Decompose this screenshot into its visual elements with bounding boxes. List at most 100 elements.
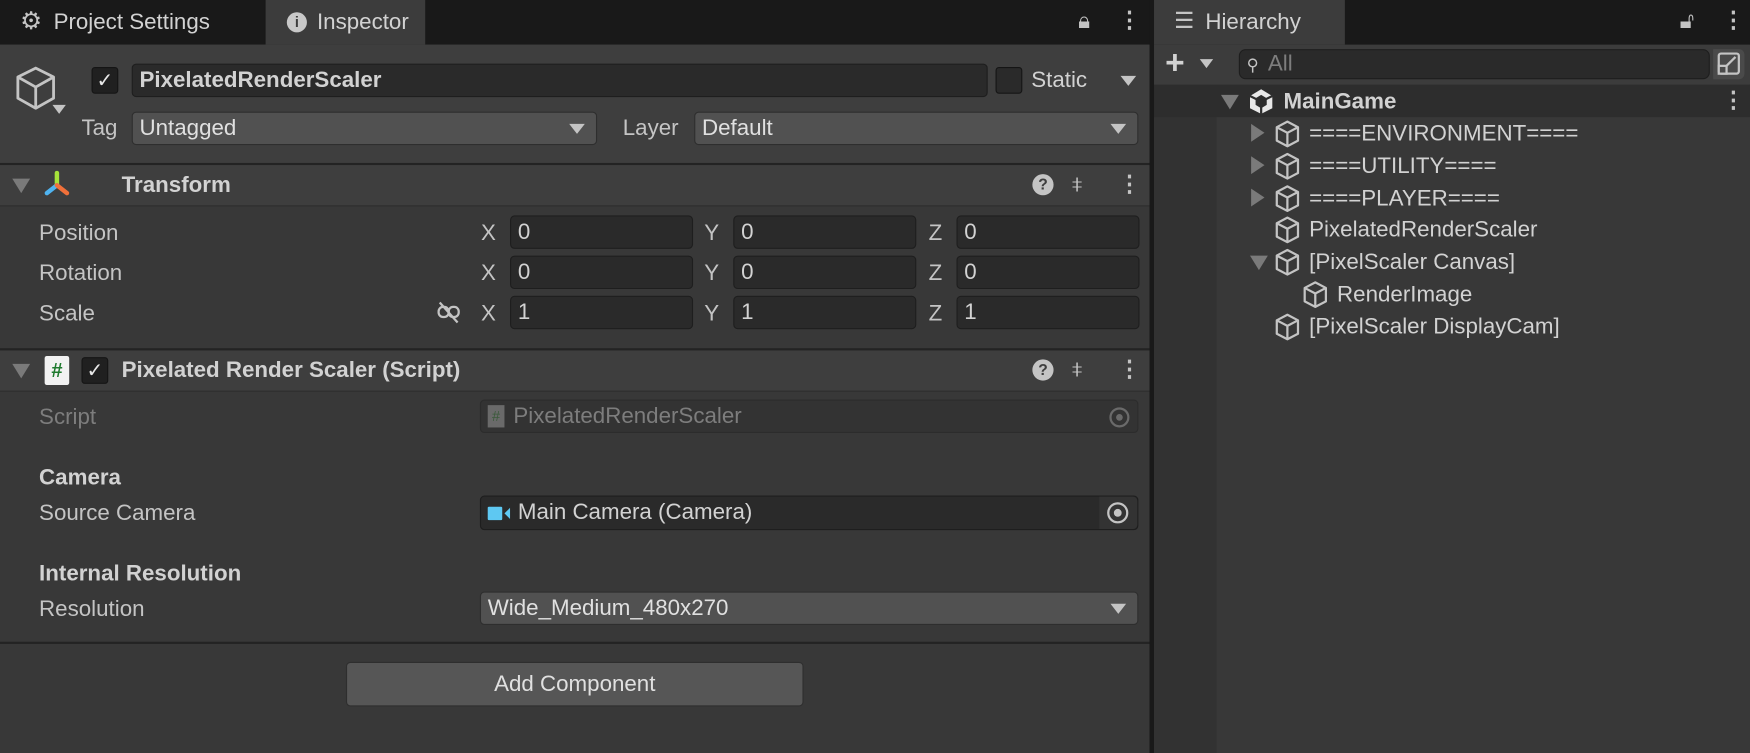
static-dropdown-button[interactable]	[1116, 69, 1141, 91]
hierarchy-item-label: [PixelScaler Canvas]	[1309, 250, 1516, 275]
static-checkbox[interactable]	[995, 66, 1023, 94]
tab-inspector[interactable]: i Inspector	[265, 0, 426, 45]
search-icon: ⚲	[1246, 55, 1259, 75]
axis-label-y[interactable]: Y	[704, 222, 719, 244]
tab-label: Project Settings	[53, 10, 210, 35]
position-y-input[interactable]: 0	[733, 215, 917, 249]
component-title: Transform	[121, 172, 231, 198]
collapse-triangle-icon[interactable]	[12, 178, 31, 194]
script-component-header[interactable]: # ✓ Pixelated Render Scaler (Script) ? ⧧…	[0, 350, 1150, 391]
camera-icon	[487, 506, 503, 520]
divider	[0, 641, 1150, 644]
object-picker-icon[interactable]	[1099, 496, 1138, 530]
script-label: Script	[39, 405, 97, 430]
layer-label: Layer	[622, 116, 679, 141]
gameobject-cube-icon	[1275, 120, 1300, 148]
more-options-icon[interactable]: ⋮	[1722, 89, 1744, 111]
expand-triangle-icon[interactable]	[1251, 188, 1265, 207]
create-dropdown-arrow[interactable]	[1199, 59, 1214, 69]
unity-scene-icon	[1249, 89, 1273, 114]
hierarchy-item[interactable]: [PixelScaler Canvas]	[1154, 246, 1750, 278]
presets-sliders-icon[interactable]: ⧧	[1071, 358, 1083, 380]
position-x-input[interactable]: 0	[510, 215, 694, 249]
axis-label-z[interactable]: Z	[929, 222, 943, 244]
transform-header[interactable]: Transform ? ⧧ ⋮	[0, 165, 1150, 206]
tab-project-settings[interactable]: ⚙ Project Settings	[0, 0, 265, 45]
gameobject-cube-icon	[1275, 152, 1300, 180]
tag-label: Tag	[81, 116, 118, 141]
component-title: Pixelated Render Scaler (Script)	[121, 358, 461, 383]
hierarchy-item[interactable]: ====UTILITY====	[1154, 149, 1750, 181]
constrain-proportions-link-icon[interactable]	[435, 300, 462, 325]
lock-icon[interactable]: 🔒︎	[1078, 10, 1090, 32]
resolution-dropdown[interactable]: Wide_Medium_480x270	[479, 591, 1139, 625]
axis-label-x[interactable]: X	[481, 222, 496, 244]
axis-label-x[interactable]: X	[481, 262, 496, 284]
transform-row-label: Scale	[39, 301, 95, 326]
hierarchy-item[interactable]: ====PLAYER====	[1154, 181, 1750, 213]
axis-label-z[interactable]: Z	[929, 262, 943, 284]
hierarchy-item-label: ====PLAYER====	[1309, 185, 1500, 211]
hierarchy-item-label: ====ENVIRONMENT====	[1309, 121, 1579, 147]
hierarchy-item[interactable]: PixelatedRenderScaler	[1154, 214, 1750, 246]
gameobject-cube-icon	[1303, 281, 1328, 309]
object-name-input[interactable]: PixelatedRenderScaler	[131, 63, 988, 98]
expand-triangle-icon[interactable]	[1251, 156, 1265, 174]
tag-dropdown[interactable]: Untagged	[131, 111, 598, 146]
rotation-z-input[interactable]: 0	[956, 255, 1140, 290]
more-options-icon[interactable]: ⋮	[1118, 173, 1140, 195]
layer-dropdown[interactable]: Default	[694, 111, 1139, 146]
active-checkbox[interactable]: ✓	[91, 66, 119, 94]
resolution-label: Resolution	[39, 597, 145, 622]
axis-label-z[interactable]: Z	[929, 302, 943, 324]
hierarchy-item[interactable]: RenderImage	[1154, 278, 1750, 310]
icon-dropdown-arrow[interactable]	[52, 104, 66, 114]
more-options-icon[interactable]: ⋮	[1722, 9, 1744, 31]
axis-label-x[interactable]: X	[481, 302, 496, 324]
rotation-y-input[interactable]: 0	[733, 255, 917, 290]
help-icon[interactable]: ?	[1032, 174, 1054, 196]
collapse-triangle-icon[interactable]	[1249, 255, 1268, 271]
scale-x-input[interactable]: 1	[510, 295, 694, 330]
gameobject-cube-icon	[1275, 249, 1300, 276]
unlock-icon[interactable]: 🔓︎	[1680, 10, 1694, 32]
source-camera-field[interactable]: Main Camera (Camera)	[479, 495, 1139, 531]
hierarchy-item-label: PixelatedRenderScaler	[1309, 218, 1538, 243]
more-options-icon[interactable]: ⋮	[1118, 9, 1140, 31]
expand-triangle-icon[interactable]	[1251, 123, 1265, 142]
component-enabled-checkbox[interactable]: ✓	[81, 357, 109, 384]
scene-visibility-button[interactable]	[1713, 49, 1745, 80]
hierarchy-item-label: RenderImage	[1337, 282, 1473, 307]
hierarchy-search-input[interactable]: ⚲ All	[1238, 49, 1710, 80]
script-file-icon: #	[487, 405, 505, 428]
axis-label-y[interactable]: Y	[704, 262, 719, 284]
presets-sliders-icon[interactable]: ⧧	[1071, 173, 1083, 195]
gameobject-cube-icon	[1275, 216, 1300, 244]
hierarchy-item-label: [PixelScaler DisplayCam]	[1309, 314, 1560, 340]
create-plus-icon[interactable]: +	[1165, 46, 1185, 80]
transform-row-label: Rotation	[39, 261, 123, 286]
scale-y-input[interactable]: 1	[733, 295, 917, 330]
tab-hierarchy[interactable]: ☰ Hierarchy	[1154, 0, 1345, 45]
gameobject-cube-icon	[1275, 313, 1300, 341]
help-icon[interactable]: ?	[1032, 359, 1054, 381]
divider	[0, 390, 1150, 392]
add-component-button[interactable]: Add Component	[345, 661, 804, 707]
collapse-triangle-icon[interactable]	[12, 363, 31, 379]
more-options-icon[interactable]: ⋮	[1118, 358, 1140, 380]
hierarchy-item[interactable]: [PixelScaler DisplayCam]	[1154, 310, 1750, 342]
axis-label-y[interactable]: Y	[704, 302, 719, 324]
transform-row-label: Position	[39, 220, 119, 246]
scene-row[interactable]: MainGame ⋮	[1154, 84, 1750, 118]
scene-name: MainGame	[1283, 89, 1397, 114]
expand-triangle-icon[interactable]	[1220, 94, 1239, 110]
camera-section-header: Camera	[39, 465, 121, 490]
position-z-input[interactable]: 0	[956, 215, 1140, 249]
object-header	[0, 44, 1150, 165]
gameobject-cube-icon	[16, 66, 55, 110]
source-camera-label: Source Camera	[39, 501, 196, 526]
rotation-x-input[interactable]: 0	[510, 255, 694, 290]
hierarchy-item-label: ====UTILITY====	[1309, 153, 1497, 179]
scale-z-input[interactable]: 1	[956, 295, 1140, 330]
hierarchy-item[interactable]: ====ENVIRONMENT====	[1154, 117, 1750, 149]
